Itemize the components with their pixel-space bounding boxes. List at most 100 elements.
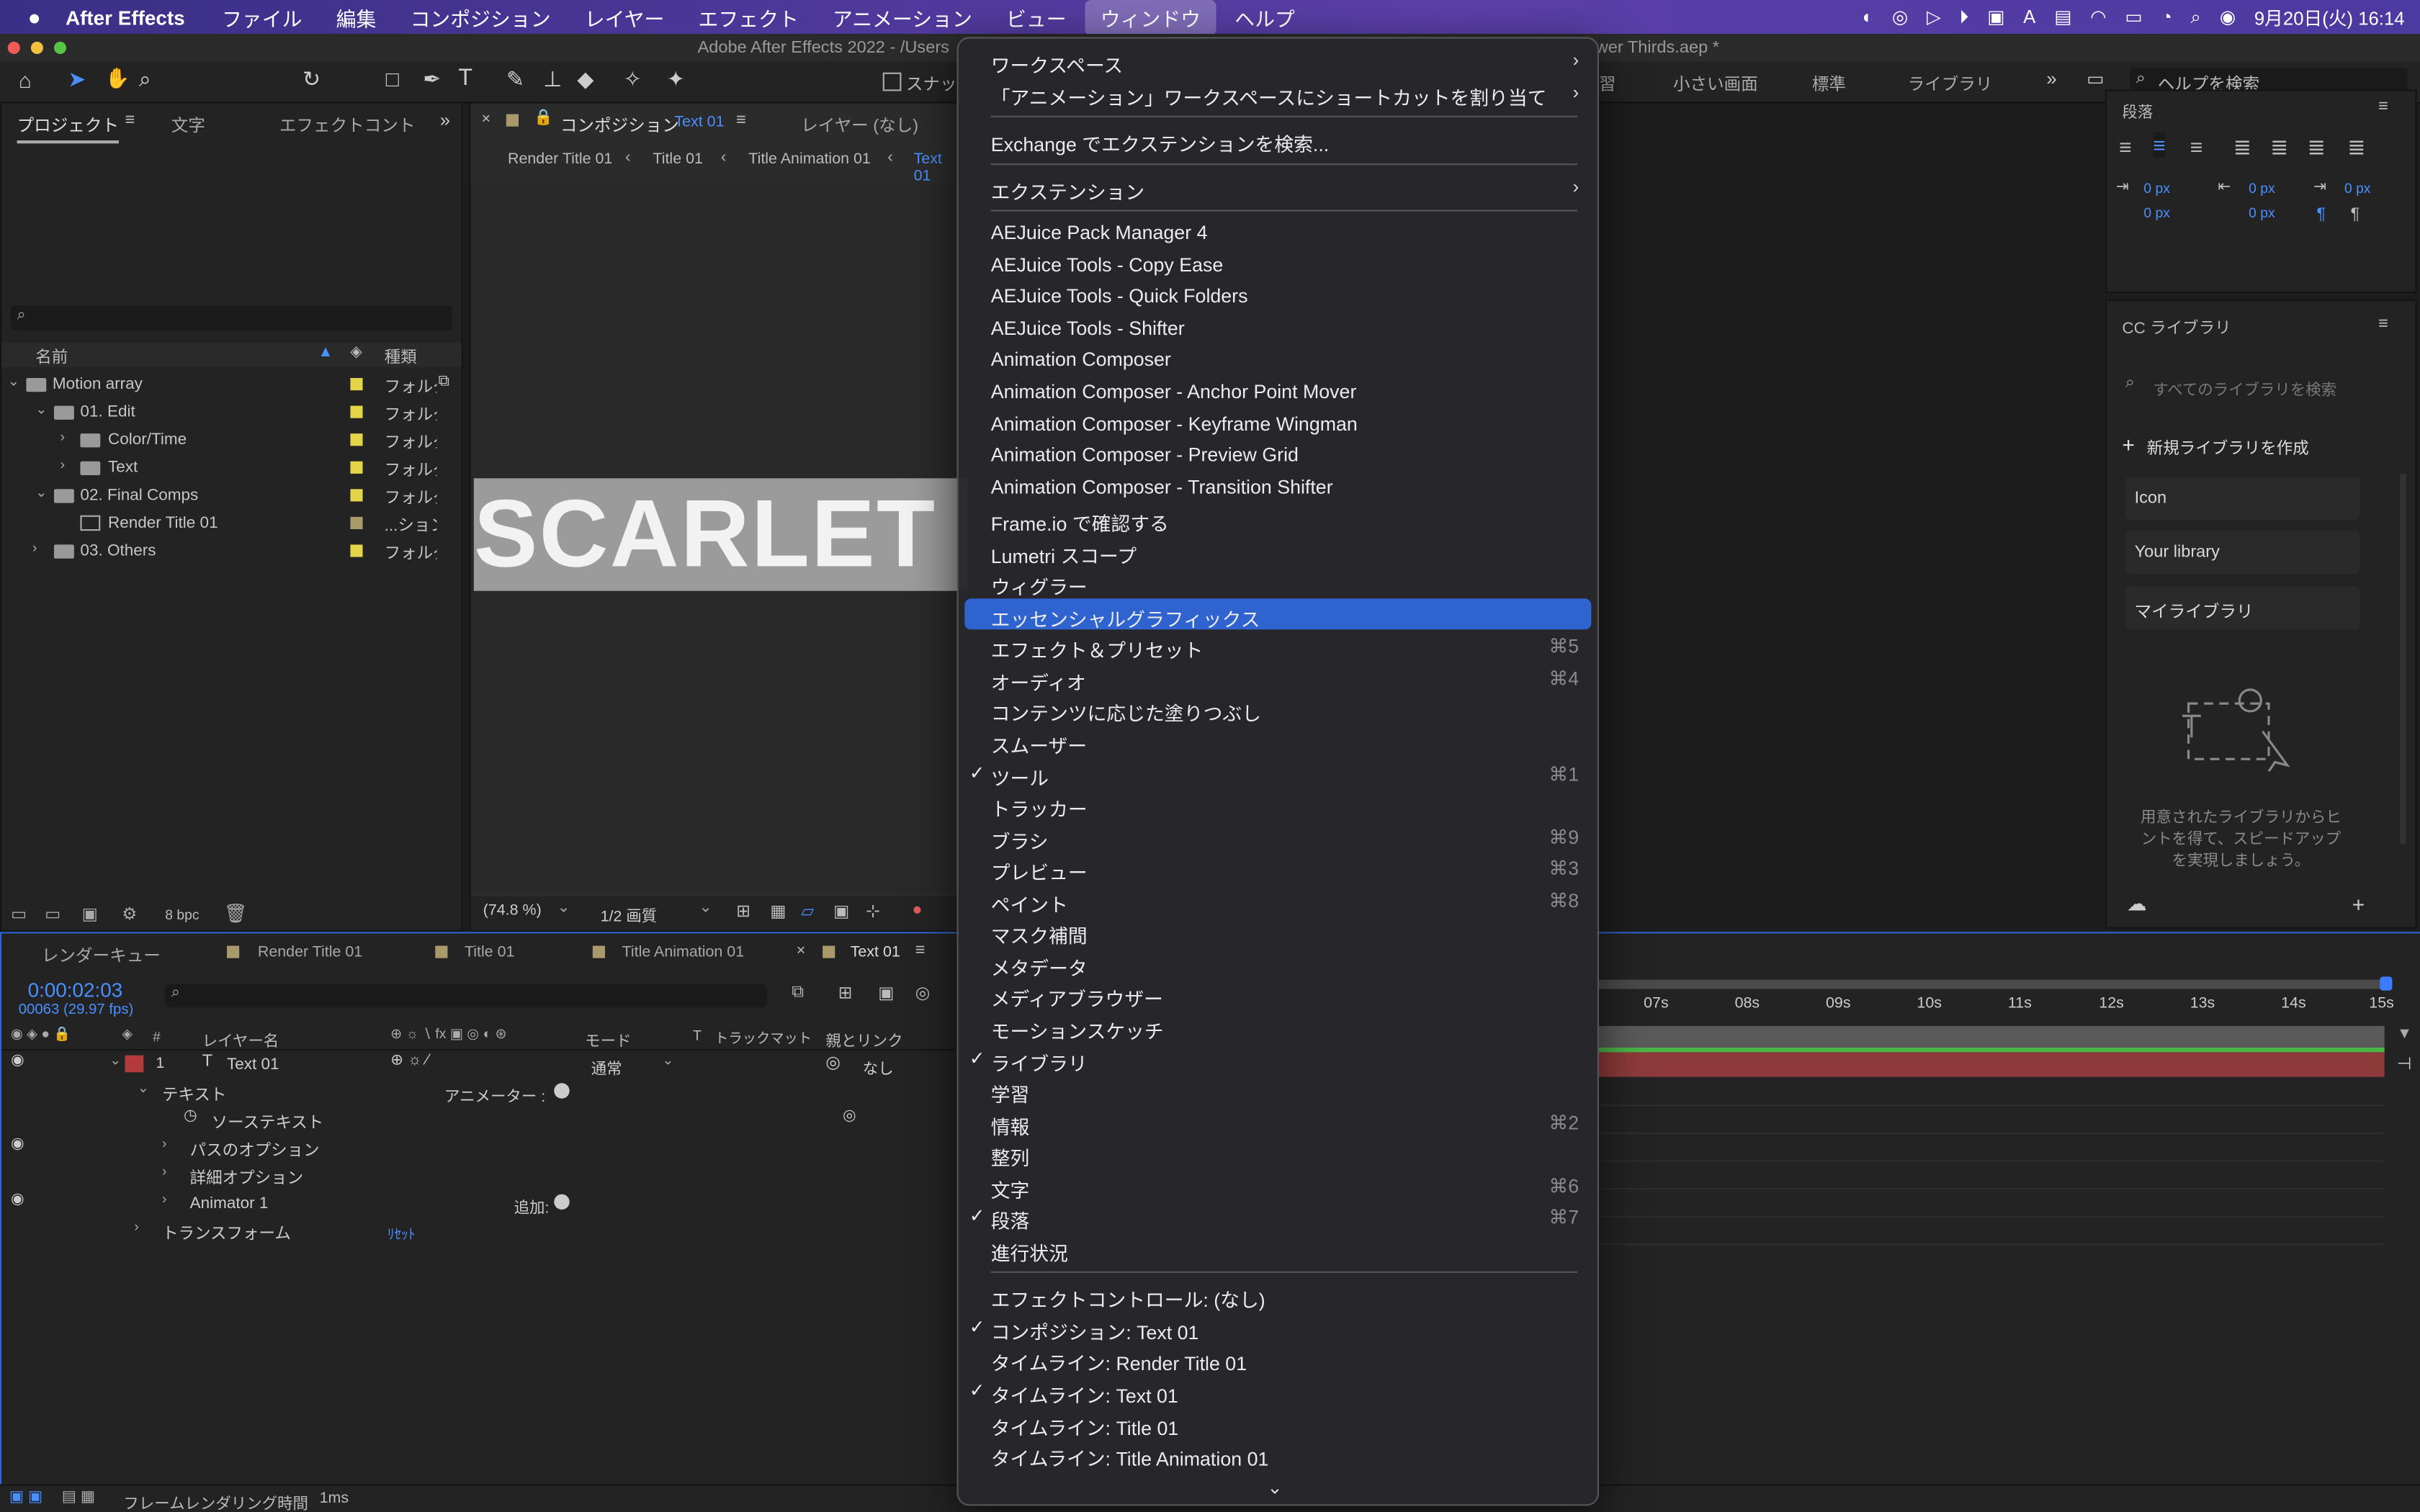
tab-project[interactable]: プロジェクト: [17, 112, 120, 144]
library-search-input[interactable]: すべてのライブラリを検索: [2153, 377, 2336, 400]
menu-item[interactable]: エクステンション ›: [959, 172, 1597, 204]
pickwhip-icon[interactable]: ◎: [825, 1052, 841, 1073]
menu-item[interactable]: 「アニメーション」ワークスペースにショートカットを割り当て ›: [959, 78, 1597, 109]
menu-item[interactable]: マスク補間: [959, 917, 1597, 948]
mask-path-icon[interactable]: ▱: [801, 901, 814, 922]
zoom-window-icon[interactable]: [54, 41, 67, 54]
rotate-tool-icon[interactable]: ↻: [302, 66, 321, 92]
control-center-icon[interactable]: ◉: [2220, 6, 2236, 28]
list-item[interactable]: › Color/Time フォルダ: [1, 428, 462, 454]
library-item-your-library[interactable]: Your library: [2125, 531, 2360, 575]
label-tag-icon[interactable]: ◈: [350, 344, 362, 361]
project-settings-icon[interactable]: ⚙: [122, 904, 137, 924]
label-color-swatch[interactable]: [350, 516, 363, 529]
menu-item[interactable]: スムーザー: [959, 726, 1597, 757]
work-area-bar[interactable]: [1597, 979, 2385, 989]
add-property-button[interactable]: [554, 1194, 570, 1210]
stamp-tool-icon[interactable]: ⊥: [543, 66, 562, 92]
breadcrumb-item[interactable]: Title Animation 01: [748, 151, 871, 168]
justify-all-icon[interactable]: ≣: [2347, 134, 2365, 160]
snap-checkbox[interactable]: [882, 72, 902, 91]
collapse-chevron-icon[interactable]: ›: [60, 429, 65, 444]
lock-icon[interactable]: 🔒: [534, 109, 553, 127]
col-name-header[interactable]: 名前: [35, 346, 68, 369]
expression-pickwhip-icon[interactable]: ◎: [843, 1108, 856, 1125]
eraser-tool-icon[interactable]: ◆: [577, 66, 593, 92]
align-left-icon[interactable]: ≡: [2119, 134, 2132, 158]
menu-item[interactable]: AEJuice Tools - Copy Ease: [959, 251, 1597, 279]
menu-item[interactable]: タイムライン: Render Title 01: [959, 1344, 1597, 1375]
library-item-my-library[interactable]: マイライブラリ: [2125, 586, 2360, 630]
menu-item[interactable]: トラッカー: [959, 790, 1597, 821]
label-color-swatch[interactable]: [350, 461, 363, 474]
menu-item[interactable]: ✓ コンポジション: Text 01: [959, 1313, 1597, 1344]
align-right-icon[interactable]: ≡: [2190, 134, 2203, 158]
collapse-chevron-icon[interactable]: ›: [162, 1191, 166, 1206]
collapse-chevron-icon[interactable]: ›: [162, 1135, 166, 1151]
app-name[interactable]: After Effects: [66, 6, 185, 29]
collapse-chevron-icon[interactable]: ›: [32, 540, 37, 555]
space-before-value[interactable]: 0 px: [2143, 205, 2169, 220]
panel-menu-icon[interactable]: ≡: [2378, 97, 2388, 116]
roto-brush-icon[interactable]: ✧: [624, 66, 642, 92]
sort-asc-icon[interactable]: ▲: [318, 344, 333, 361]
play-icon[interactable]: ▷: [1927, 6, 1941, 28]
expand-chevron-icon[interactable]: ⌄: [138, 1080, 149, 1097]
menu-item[interactable]: Lumetri スコープ: [959, 536, 1597, 567]
rectangle-tool-icon[interactable]: □: [386, 66, 399, 91]
comp-flowchart-icon[interactable]: ⧉: [792, 983, 804, 1003]
workspace-standard[interactable]: 標準: [1812, 71, 1846, 96]
menu-effect[interactable]: エフェクト: [699, 2, 799, 32]
workspace-learn[interactable]: 習: [1599, 71, 1616, 96]
animator-add-button[interactable]: [554, 1083, 570, 1099]
menu-item[interactable]: Animation Composer - Transition Shifter: [959, 473, 1597, 501]
layer-label-swatch[interactable]: [125, 1055, 144, 1073]
workspace-menu-icon[interactable]: ▭: [2087, 68, 2104, 89]
menu-item[interactable]: 学習: [959, 1076, 1597, 1107]
mode-dropdown[interactable]: 通常: [591, 1056, 622, 1079]
layer-row[interactable]: ◉ ⌄ 1 T Text 01 ⊕ ☼ ∕ 通常 ⌄ ◎ なし: [1, 1052, 955, 1079]
new-folder-icon[interactable]: ▭: [45, 904, 60, 924]
composition-viewer[interactable]: SCARLET: [470, 183, 968, 894]
tab-render-queue[interactable]: レンダーキュー: [42, 942, 161, 967]
visibility-eye-icon[interactable]: ◉: [11, 1135, 24, 1153]
menu-item[interactable]: 文字 ⌘6: [959, 1171, 1597, 1201]
rtl-direction-icon[interactable]: ¶: [2351, 205, 2360, 224]
ltr-direction-icon[interactable]: ¶: [2316, 205, 2326, 224]
battery-icon[interactable]: ▭: [2125, 6, 2142, 28]
new-composition-icon[interactable]: ▣: [82, 904, 98, 924]
menu-file[interactable]: ファイル: [222, 2, 302, 32]
keyboard-icon[interactable]: ▤: [2054, 6, 2071, 28]
prop-row[interactable]: ◉ › Animator 1 追加:: [1, 1191, 955, 1218]
list-item[interactable]: › Text フォルダ: [1, 455, 462, 481]
space-after-value[interactable]: 0 px: [2249, 205, 2275, 220]
menu-item[interactable]: AEJuice Tools - Quick Folders: [959, 283, 1597, 311]
prop-row[interactable]: ⌄ テキスト アニメーター :: [1, 1080, 955, 1106]
collapse-switch-icon[interactable]: ⊕ ☼ ∕: [390, 1052, 429, 1069]
library-item-icon[interactable]: Icon: [2125, 477, 2360, 521]
menu-item[interactable]: Animation Composer - Preview Grid: [959, 441, 1597, 469]
trash-icon[interactable]: 🗑: [224, 903, 248, 924]
justify-left-icon[interactable]: ≣: [2233, 134, 2251, 160]
brush-tool-icon[interactable]: ✎: [506, 66, 524, 92]
list-item[interactable]: ⌄ 01. Edit フォルダ: [1, 400, 462, 426]
indent-left-value[interactable]: 0 px: [2143, 181, 2169, 196]
prop-row[interactable]: › 詳細オプション: [1, 1164, 955, 1188]
menu-edit[interactable]: 編集: [336, 2, 377, 32]
menu-item[interactable]: ペイント ⌘8: [959, 885, 1597, 916]
scroll-track[interactable]: [2400, 473, 2406, 845]
frame-blending-icon[interactable]: ▣: [878, 983, 894, 1003]
puppet-tool-icon[interactable]: ✦: [667, 66, 685, 92]
expand-chevron-icon[interactable]: ⌄: [8, 374, 19, 391]
label-color-swatch[interactable]: [350, 378, 363, 391]
tab-title-01[interactable]: Title 01: [465, 944, 514, 961]
menu-window[interactable]: ウィンドウ: [1085, 0, 1216, 35]
menu-item[interactable]: 整列: [959, 1139, 1597, 1170]
workspace-small-screen[interactable]: 小さい画面: [1673, 71, 1758, 96]
v-icon[interactable]: ▣: [1987, 6, 2004, 28]
menu-item[interactable]: エフェクト＆プリセット ⌘5: [959, 631, 1597, 662]
project-search-box[interactable]: ⌕: [11, 305, 452, 330]
menu-item[interactable]: プレビュー ⌘3: [959, 853, 1597, 884]
collapse-chevron-icon[interactable]: ›: [162, 1164, 166, 1179]
toggle-switches-icon[interactable]: ▣ ▣: [9, 1489, 42, 1506]
